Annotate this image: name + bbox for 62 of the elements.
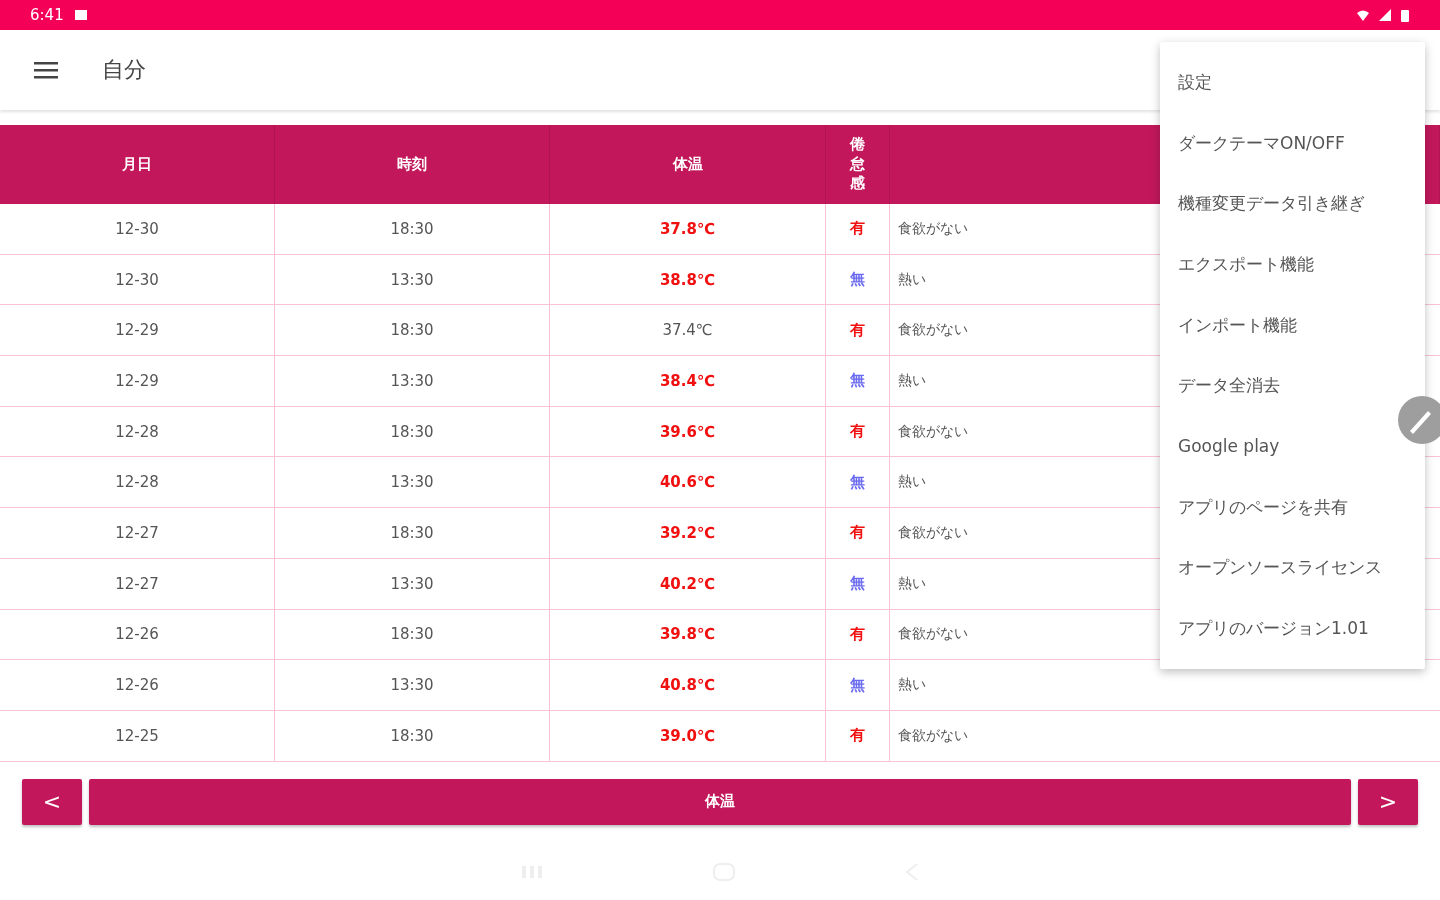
table-cell: 12-27 [0,558,275,610]
table-cell: 13:30 [275,558,550,610]
table-cell: 有 [826,305,890,357]
table-cell: 12-29 [0,356,275,407]
table-cell: 有 [826,508,890,559]
table-cell: 18:30 [275,305,550,357]
previous-button[interactable]: < [22,778,82,825]
signal-icon [1378,8,1392,22]
table-cell: 18:30 [275,508,550,559]
table-cell: 無 [826,254,890,306]
battery-icon [1400,8,1410,22]
table-cell: 12-28 [0,457,275,509]
wifi-icon [1356,8,1370,22]
table-cell: 13:30 [275,254,550,306]
table-cell: 13:30 [275,457,550,509]
table-cell: 無 [826,457,890,509]
table-cell: 18:30 [275,710,550,762]
table-cell: 18:30 [275,406,550,458]
table-cell: 39.6℃ [550,406,826,458]
table-cell: 18:30 [275,204,550,255]
menu-icon[interactable] [34,61,58,79]
edit-fab-icon[interactable] [1398,396,1440,444]
table-cell: 有 [826,406,890,458]
menu-item[interactable]: 設定 [1174,52,1216,113]
table-cell: 37.4℃ [550,305,826,357]
column-header[interactable]: 月日 [122,155,152,174]
table-cell: 無 [826,356,890,407]
table-cell: 12-26 [0,660,275,711]
menu-item[interactable]: ダークテーマON/OFF [1174,112,1349,174]
table-cell: 12-29 [0,305,275,357]
column-header[interactable]: 体温 [672,155,703,174]
table-cell: 食欲がない [890,710,1440,762]
table-cell: 12-26 [0,609,275,661]
table-cell: 12-28 [0,406,275,458]
table-cell: 38.8℃ [550,254,826,306]
table-cell: 38.4℃ [550,356,826,407]
table-cell: 39.2℃ [550,508,826,559]
column-header[interactable]: 倦怠感 [850,135,865,194]
table-cell: 有 [826,204,890,255]
table-cell: 40.6℃ [550,457,826,509]
table-cell: 12-27 [0,508,275,559]
table-cell: 39.8℃ [550,609,826,661]
table-cell: 12-30 [0,204,275,255]
app-title: 自分 [102,56,146,84]
table-cell: 無 [826,558,890,610]
table-cell: 12-25 [0,710,275,762]
column-header[interactable]: 時刻 [397,155,427,174]
table-cell: 39.0℃ [550,710,826,762]
table-cell: 13:30 [275,660,550,711]
table-cell: 40.2℃ [550,558,826,610]
table-cell: 12-30 [0,254,275,306]
table-cell: 有 [826,710,890,762]
table-cell: 無 [826,660,890,711]
notification-icon [73,8,88,22]
table-cell: 13:30 [275,356,550,407]
next-button[interactable]: > [1358,778,1418,825]
table-cell: 40.8℃ [550,660,826,711]
chart-toggle-button[interactable]: 体温 [89,778,1351,825]
status-time: 6:41 [30,6,64,24]
table-cell: 18:30 [275,609,550,661]
table-cell: 37.8℃ [550,204,826,255]
table-cell: 有 [826,609,890,661]
